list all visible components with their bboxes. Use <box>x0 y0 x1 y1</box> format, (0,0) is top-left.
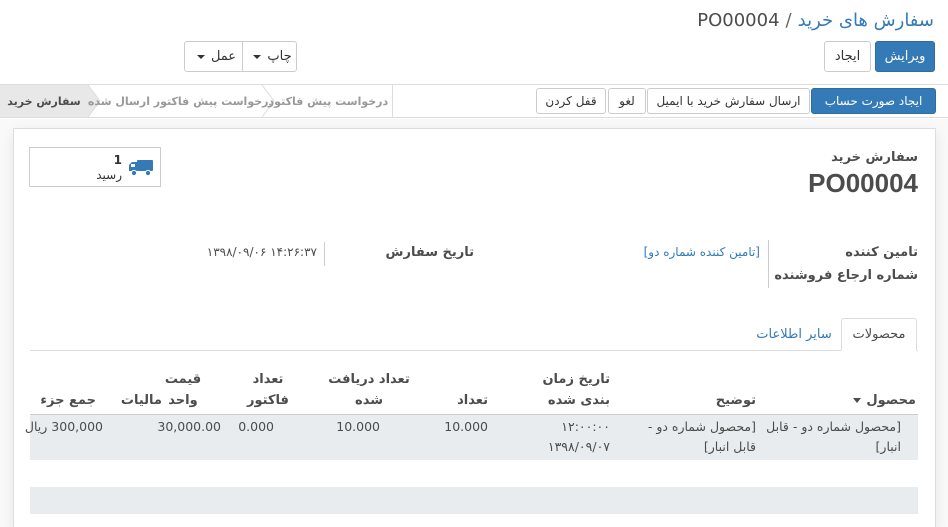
edit-button[interactable]: ویرایش <box>875 41 935 72</box>
breadcrumb-separator: / <box>785 10 792 31</box>
cell-scheduled-date: ۱۲:۰۰:۰۰ ۱۳۹۸/۰۹/۰۷ <box>547 419 610 454</box>
breadcrumb-current: PO00004 <box>697 10 780 31</box>
print-label: چاپ <box>267 49 292 64</box>
receipt-smart-button[interactable]: 1 رسید <box>29 147 161 187</box>
receipt-label: رسید <box>96 168 122 182</box>
field-divider <box>324 242 325 266</box>
cell-received: 10.000 <box>336 419 380 434</box>
tab-products[interactable]: محصولات <box>841 318 917 351</box>
chevron-down-icon <box>196 54 205 59</box>
sort-caret-icon <box>853 398 862 403</box>
cell-description: [محصول شماره دو - قابل انبار] <box>647 419 756 454</box>
vendor-value-link[interactable]: [تامین کننده شماره دو] <box>644 245 760 259</box>
send-po-email-button[interactable]: ارسال سفارش خرید با ایمیل <box>647 88 810 114</box>
create-bill-button[interactable]: ایجاد صورت حساب <box>811 88 936 114</box>
action-label: عمل <box>210 49 237 64</box>
stage-rfq-sent[interactable]: درخواست پیش فاکتور ارسال شده <box>88 85 274 117</box>
print-dropdown[interactable]: چاپ <box>242 41 297 72</box>
table-footer <box>30 487 918 514</box>
receipt-count: 1 <box>113 153 122 167</box>
po-name: PO00004 <box>808 168 918 198</box>
form-title-label: سفارش خرید <box>831 150 918 165</box>
column-header-taxes[interactable]: مالیات <box>112 390 162 411</box>
chevron-down-icon <box>253 54 262 59</box>
column-header-received[interactable]: تعداد دریافت شده <box>328 369 410 411</box>
column-header-quantity[interactable]: تعداد <box>428 390 488 411</box>
cell-unit-price: 30,000.00 <box>157 419 221 434</box>
vendor-label: تامین کننده <box>845 245 918 260</box>
column-header-description[interactable]: توضیح <box>666 390 756 411</box>
lock-button[interactable]: قفل کردن <box>536 88 606 114</box>
cell-subtotal: 300,000 ریال <box>24 419 103 434</box>
stage-rfq[interactable]: درخواست پیش فاکتور <box>268 85 388 117</box>
truck-icon <box>129 160 153 177</box>
create-button[interactable]: ایجاد <box>824 41 871 72</box>
status-divider <box>392 85 393 117</box>
field-divider <box>768 240 769 288</box>
breadcrumb: سفارش های خرید /PO00004 <box>697 10 934 31</box>
order-date-label: تاریخ سفارش <box>385 245 474 260</box>
vendor-ref-label: شماره ارجاع فروشنده <box>774 268 918 283</box>
cell-billed: 0.000 <box>238 419 274 434</box>
cell-product: [محصول شماره دو - قابل انبار] <box>766 419 901 454</box>
column-header-product[interactable]: محصول <box>806 390 916 411</box>
column-header-scheduled-date[interactable]: تاریخ زمان بندی شده <box>510 369 610 411</box>
cell-quantity: 10.000 <box>444 419 488 434</box>
action-dropdown[interactable]: عمل <box>184 41 243 72</box>
order-date-value: ۱۴:۲۶:۳۷ ۱۳۹۸/۰۹/۰۶ <box>206 245 317 259</box>
column-header-subtotal[interactable]: جمع جزء <box>26 390 96 411</box>
product-header-label: محصول <box>866 393 916 408</box>
breadcrumb-parent-link[interactable]: سفارش های خرید <box>798 10 934 31</box>
column-header-unit-price[interactable]: قیمت واحد <box>162 369 204 411</box>
tab-other-info[interactable]: سایر اطلاعات <box>752 318 836 351</box>
stage-purchase-order[interactable]: سفارش خرید <box>0 85 88 117</box>
cancel-button[interactable]: لغو <box>608 88 646 114</box>
